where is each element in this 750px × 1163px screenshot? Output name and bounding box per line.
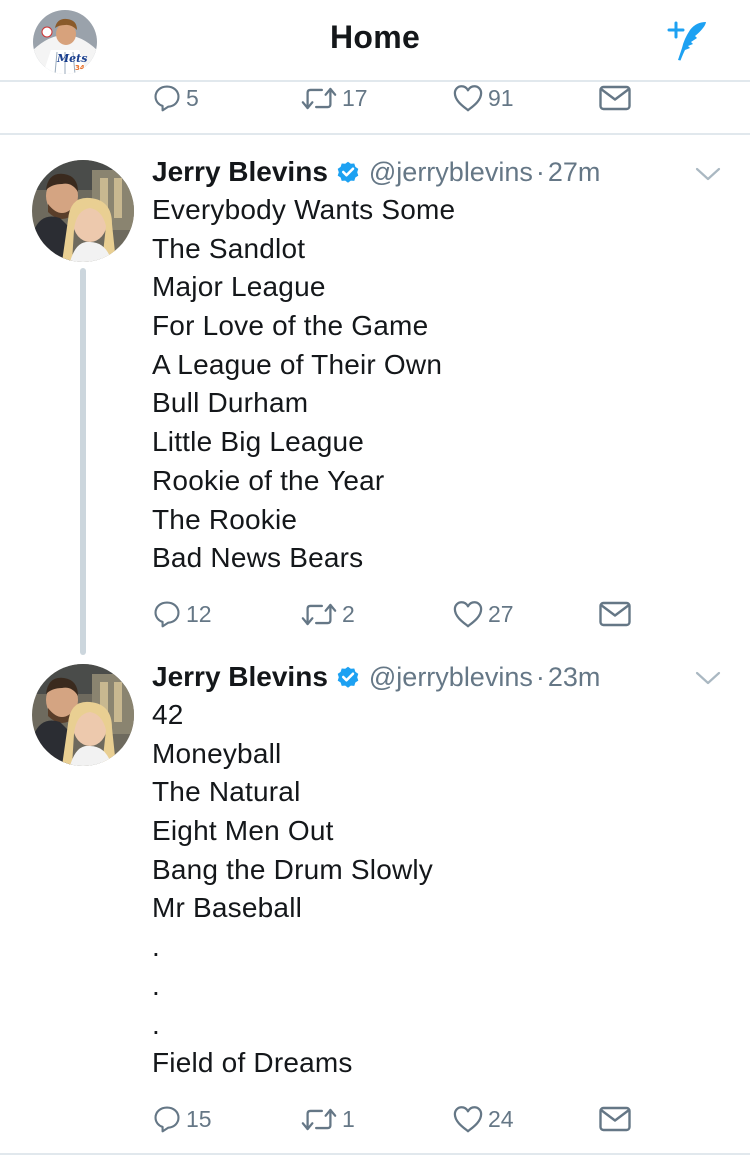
separator-dot: · xyxy=(535,661,545,692)
tweet-text-line: Little Big League xyxy=(152,426,365,458)
compose-tweet-icon[interactable] xyxy=(666,14,710,64)
like-count: 27 xyxy=(488,600,514,627)
tweet-text-line: Mr Baseball xyxy=(152,892,303,924)
page-title: Home xyxy=(329,19,421,55)
tweet-header: Jerry Blevins @jerryblevins · 23m xyxy=(152,659,600,695)
envelope-icon xyxy=(598,84,632,112)
direct-message-button[interactable] xyxy=(598,76,632,120)
verified-badge-icon xyxy=(335,159,361,185)
tweet-text-line: . xyxy=(152,969,160,1001)
direct-message-button[interactable] xyxy=(598,1097,632,1141)
tweet-text-line: Rookie of the Year xyxy=(152,464,385,496)
retweet-count: 1 xyxy=(342,1105,355,1132)
tweet-text-line: The Natural xyxy=(152,776,301,808)
author-handle[interactable]: @jerryblevins xyxy=(369,662,533,693)
retweet-icon xyxy=(300,1106,338,1133)
tweet-text: Everybody Wants Some The Sandlot Major L… xyxy=(152,191,712,578)
tweet-header: Jerry Blevins @jerryblevins · 27m xyxy=(152,154,600,190)
like-button[interactable]: 91 xyxy=(452,76,514,120)
direct-message-button[interactable] xyxy=(598,592,632,636)
reply-icon xyxy=(152,83,182,113)
separator-dot: · xyxy=(535,156,545,187)
reply-icon xyxy=(152,599,182,629)
tweet-text-line: Bad News Bears xyxy=(152,542,364,574)
chevron-down-icon[interactable] xyxy=(694,164,722,184)
author-name[interactable]: Jerry Blevins xyxy=(152,661,328,693)
retweet-button[interactable]: 2 xyxy=(300,592,355,636)
tweet-text-line: 42 xyxy=(152,699,184,730)
tweet-text-line: Eight Men Out xyxy=(152,815,334,847)
heart-icon xyxy=(452,599,484,629)
tweet-text-line: A League of Their Own xyxy=(152,348,443,380)
reply-count: 12 xyxy=(186,600,212,627)
tweet-text-line: Major League xyxy=(152,271,326,303)
tweet-text-line: Moneyball xyxy=(152,737,282,769)
retweet-button[interactable]: 1 xyxy=(300,1097,355,1141)
avatar[interactable] xyxy=(32,664,134,766)
tweet-text-line: . xyxy=(152,1008,160,1040)
heart-icon xyxy=(452,1104,484,1134)
tweet-text-line: For Love of the Game xyxy=(152,310,429,342)
previous-tweet-action-bar: 5 17 91 xyxy=(0,76,750,120)
retweet-count: 17 xyxy=(342,84,368,111)
retweet-count: 2 xyxy=(342,600,355,627)
envelope-icon xyxy=(598,1105,632,1133)
tweet-timestamp[interactable]: 23m xyxy=(548,662,601,693)
heart-icon xyxy=(452,83,484,113)
author-handle[interactable]: @jerryblevins xyxy=(369,157,533,188)
tweet-text-line: The Rookie xyxy=(152,503,298,535)
tweet-divider xyxy=(0,133,750,135)
reply-button[interactable]: 5 xyxy=(152,76,199,120)
tweet-divider xyxy=(0,1153,750,1155)
retweet-icon xyxy=(300,85,338,112)
tweet-action-bar: 15 1 24 xyxy=(0,1097,750,1141)
tweet-text: 42 Moneyball The Natural Eight Men Out B… xyxy=(152,696,712,1083)
chevron-down-icon[interactable] xyxy=(694,668,722,688)
like-button[interactable]: 27 xyxy=(452,592,514,636)
tweet-action-bar: 12 2 27 xyxy=(0,592,750,636)
retweet-button[interactable]: 17 xyxy=(300,76,368,120)
reply-button[interactable]: 15 xyxy=(152,1097,212,1141)
reply-button[interactable]: 12 xyxy=(152,592,212,636)
avatar[interactable] xyxy=(32,160,134,262)
tweet-timestamp[interactable]: 27m xyxy=(548,157,601,188)
tweet-text-line: . xyxy=(152,931,160,963)
tweet-text-line: Bull Durham xyxy=(152,387,309,419)
tweet-text-line: Everybody Wants Some xyxy=(152,194,456,225)
top-bar: Home xyxy=(0,0,750,82)
like-count: 91 xyxy=(488,84,514,111)
tweet-text-line: Bang the Drum Slowly xyxy=(152,853,434,885)
reply-count: 5 xyxy=(186,84,199,111)
reply-count: 15 xyxy=(186,1105,212,1132)
verified-badge-icon xyxy=(335,664,361,690)
tweet-text-line: Field of Dreams xyxy=(152,1047,353,1079)
reply-icon xyxy=(152,1104,182,1134)
like-count: 24 xyxy=(488,1105,514,1132)
retweet-icon xyxy=(300,601,338,628)
envelope-icon xyxy=(598,600,632,628)
like-button[interactable]: 24 xyxy=(452,1097,514,1141)
tweet-text-line: The Sandlot xyxy=(152,232,306,264)
author-name[interactable]: Jerry Blevins xyxy=(152,156,328,188)
